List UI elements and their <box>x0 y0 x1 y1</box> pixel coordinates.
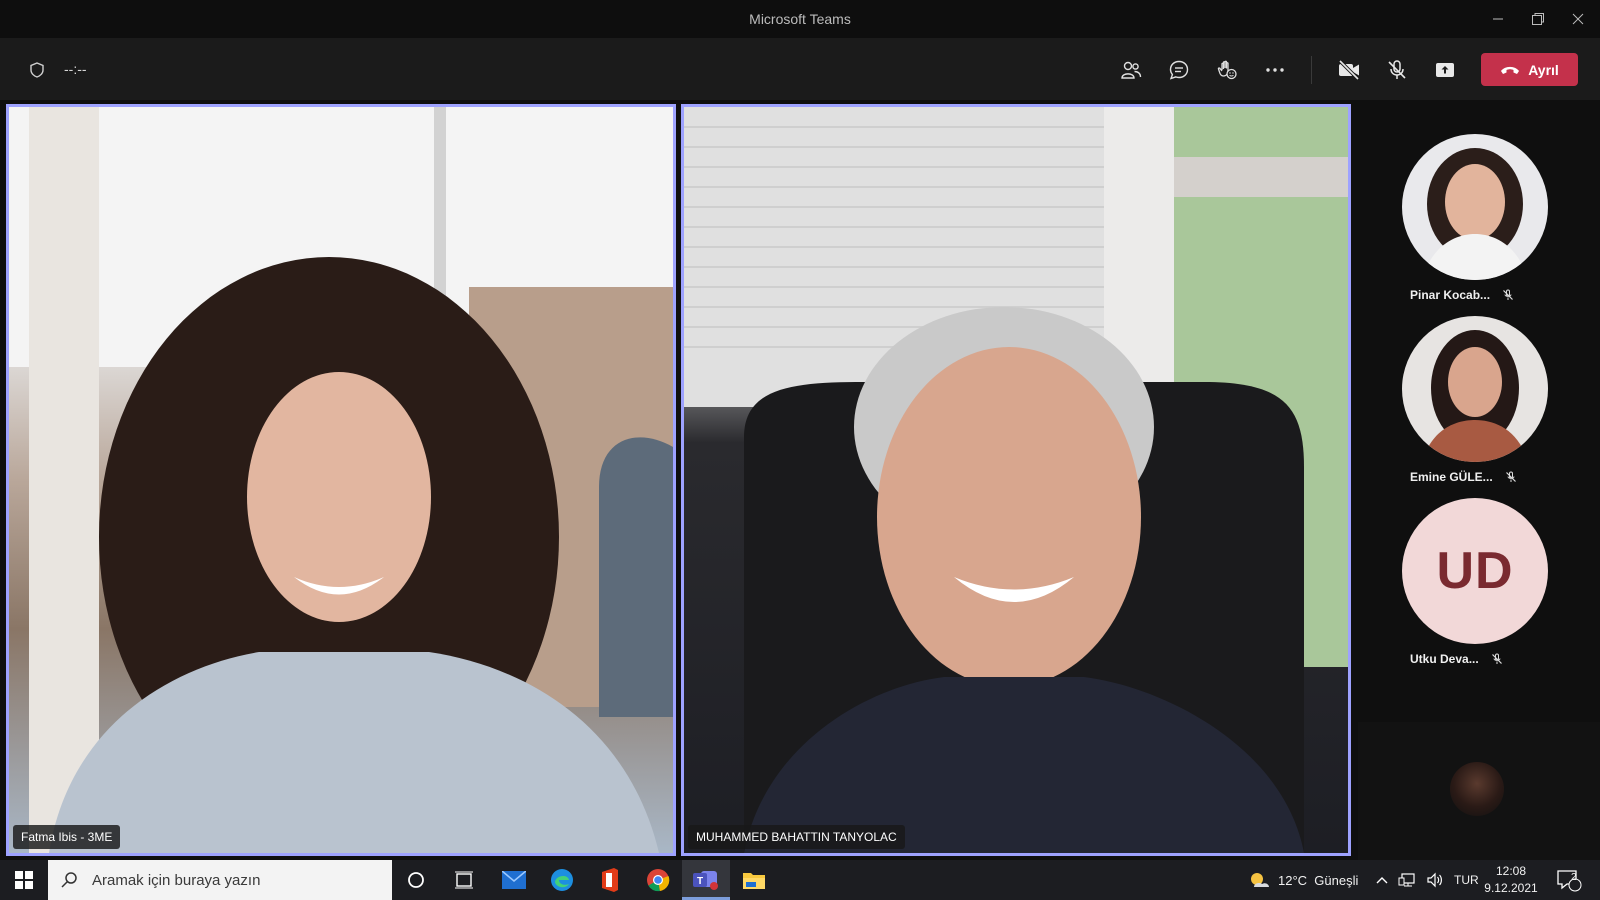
weather-text: 12°C Güneşli <box>1278 872 1359 888</box>
chat-icon <box>1169 60 1189 80</box>
mic-off-icon <box>1503 289 1513 300</box>
task-view-button[interactable] <box>440 860 488 900</box>
avatar <box>1402 134 1548 280</box>
toolbar-divider <box>1311 56 1312 84</box>
search-placeholder: Aramak için buraya yazın <box>92 871 261 889</box>
title-bar: Microsoft Teams <box>0 0 1600 38</box>
more-icon <box>1266 68 1284 72</box>
file-explorer-app[interactable] <box>730 860 778 900</box>
shield-icon <box>30 62 44 78</box>
self-preview[interactable] <box>1358 722 1600 860</box>
share-tray-icon <box>1436 63 1454 77</box>
input-language[interactable]: TUR <box>1454 873 1479 887</box>
notification-icon <box>1557 870 1582 892</box>
speaker-icon[interactable] <box>1426 872 1444 888</box>
office-icon <box>602 868 618 892</box>
mic-toggle-button[interactable] <box>1380 53 1414 87</box>
leave-button[interactable]: Ayrıl <box>1481 53 1578 86</box>
participant-video <box>684 107 1348 853</box>
share-screen-button[interactable] <box>1428 53 1462 87</box>
minimize-icon <box>1493 18 1503 20</box>
participant-name-tag: Fatma Ibis - 3ME <box>13 825 121 849</box>
meeting-info-button[interactable] <box>20 53 54 87</box>
start-button[interactable] <box>0 860 48 900</box>
folder-icon <box>743 873 765 889</box>
weather-widget[interactable]: 12°C Güneşli <box>1248 860 1358 900</box>
roster-name-row: Pinar Kocab... <box>1410 288 1514 302</box>
sun-cloud-icon <box>1251 873 1269 887</box>
maximize-button[interactable] <box>1524 6 1552 32</box>
participant-name-tag: MUHAMMED BAHATTIN TANYOLAC <box>688 825 905 849</box>
clock-time: 12:08 <box>1495 864 1527 878</box>
participant-name: Utku Deva... <box>1410 652 1479 666</box>
search-icon <box>61 872 77 888</box>
mic-off-icon <box>1388 60 1406 79</box>
hang-up-icon <box>1501 66 1520 74</box>
mail-icon <box>502 871 526 889</box>
camera-off-icon <box>1338 59 1360 81</box>
participants-button[interactable] <box>1114 53 1148 87</box>
video-tile-fatma[interactable]: Fatma Ibis - 3ME <box>6 104 676 856</box>
mic-off-icon <box>1505 471 1516 482</box>
teams-app[interactable]: T <box>682 860 730 900</box>
people-icon <box>1121 61 1142 79</box>
notification-count: 2 <box>1571 872 1577 883</box>
minimize-button[interactable] <box>1484 6 1512 32</box>
svg-text:T: T <box>697 876 703 887</box>
participant-roster: Pinar Kocab... Emine GÜLE... UD Utku Dev… <box>1358 100 1600 860</box>
edge-app[interactable] <box>538 860 586 900</box>
chrome-icon <box>647 869 670 892</box>
roster-item-utku[interactable]: UD Utku Deva... <box>1358 492 1600 674</box>
leave-label: Ayrıl <box>1528 61 1559 78</box>
taskbar-search[interactable]: Aramak için buraya yazın <box>48 860 392 900</box>
cortana-icon <box>408 872 424 888</box>
video-tile-muhammed[interactable]: MUHAMMED BAHATTIN TANYOLAC <box>681 104 1351 856</box>
edge-icon <box>551 869 573 891</box>
participant-video <box>9 107 673 853</box>
roster-name-row: Utku Deva... <box>1410 652 1503 666</box>
chevron-up-icon[interactable] <box>1376 875 1388 885</box>
raise-hand-icon <box>1217 60 1237 80</box>
avatar-initials: UD <box>1402 498 1548 644</box>
roster-item-pinar[interactable]: Pinar Kocab... <box>1358 128 1600 310</box>
mail-app[interactable] <box>490 860 538 900</box>
chat-button[interactable] <box>1162 53 1196 87</box>
more-actions-button[interactable] <box>1258 53 1292 87</box>
close-icon <box>1572 13 1584 25</box>
clock[interactable]: 12:08 9.12.2021 <box>1480 860 1542 900</box>
roster-item-emine[interactable]: Emine GÜLE... <box>1358 310 1600 492</box>
mic-off-icon <box>1491 653 1502 664</box>
windows-taskbar: Aramak için buraya yazın T 12°C Güneşli … <box>0 860 1600 900</box>
participant-name: Emine GÜLE... <box>1410 470 1493 484</box>
restore-icon <box>1532 13 1544 25</box>
notification-center-button[interactable]: 2 <box>1556 860 1582 900</box>
roster-name-row: Emine GÜLE... <box>1410 470 1517 484</box>
clock-date: 9.12.2021 <box>1484 881 1538 895</box>
meeting-timer: --:-- <box>64 61 87 77</box>
window-title: Microsoft Teams <box>749 11 851 27</box>
participant-name: Pinar Kocab... <box>1410 288 1491 302</box>
network-icon[interactable] <box>1398 872 1416 888</box>
chrome-app[interactable] <box>634 860 682 900</box>
self-avatar <box>1450 762 1504 816</box>
task-view-icon <box>455 871 473 889</box>
system-tray: TUR <box>1376 860 1479 900</box>
windows-logo-icon <box>15 871 33 889</box>
close-window-button[interactable] <box>1564 6 1592 32</box>
reactions-button[interactable] <box>1210 53 1244 87</box>
meeting-toolbar: --:-- Ayrıl <box>0 38 1600 100</box>
office-app[interactable] <box>586 860 634 900</box>
camera-toggle-button[interactable] <box>1332 53 1366 87</box>
teams-icon: T <box>693 870 718 890</box>
avatar <box>1402 316 1548 462</box>
cortana-button[interactable] <box>392 860 440 900</box>
